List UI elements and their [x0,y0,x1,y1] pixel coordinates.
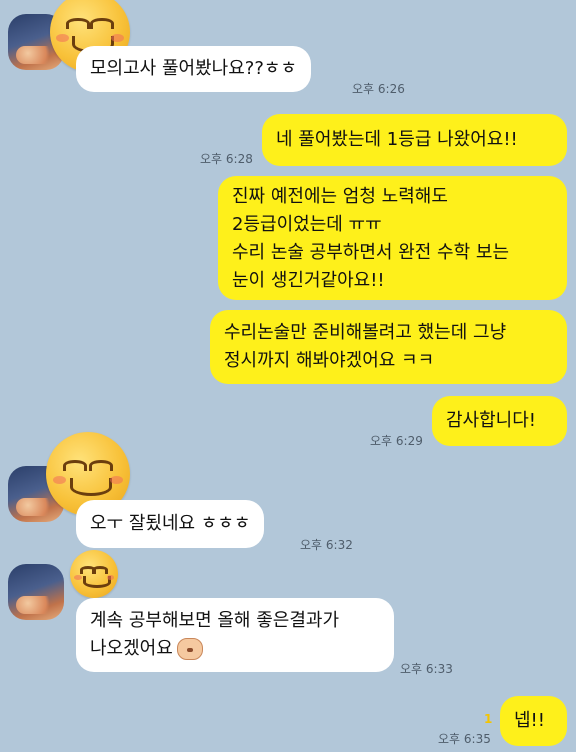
message-line: 나오겠어요 [90,635,380,663]
message-text: 네 풀어봤는데 1등급 나왔어요!! [276,129,518,150]
message-line: 진짜 예전에는 엄청 노력해도 [232,186,448,207]
message-timestamp: 오후 6:33 [400,662,453,676]
message-line: 2등급이었는데 ㅠㅠ [232,214,382,235]
outgoing-message-bubble[interactable]: 네 풀어봤는데 1등급 나왔어요!! [262,114,567,166]
message-line-text: 나오겠어요 [90,638,173,659]
incoming-message-bubble[interactable]: 계속 공부해보면 올해 좋은결과가 나오겠어요 [76,598,394,672]
message-text: 감사합니다! [446,410,537,431]
outgoing-message-bubble[interactable]: 넵!! [500,696,567,746]
outgoing-message-bubble[interactable]: 감사합니다! [432,396,567,446]
message-text: 모의고사 풀어봤나요??ㅎㅎ [90,58,297,79]
message-line: 눈이 생긴거같아요!! [232,270,385,291]
message-timestamp: 오후 6:29 [370,434,423,448]
smiling-face-emoji-icon [70,550,118,598]
unread-count: 1 [484,712,493,726]
message-timestamp: 오후 6:26 [352,82,405,96]
avatar-cloud-image [16,46,56,64]
avatar-cloud-image [16,498,56,516]
bear-face-sticker-icon [176,638,203,660]
message-line: 수리 논술 공부하면서 완전 수학 보는 [232,242,510,263]
outgoing-message-bubble[interactable]: 수리논술만 준비해볼려고 했는데 그냥 정시까지 해봐야겠어요 ㅋㅋ [210,310,567,384]
sender-avatar[interactable] [8,564,64,620]
incoming-message-bubble[interactable]: 오ㅜ 잘됬네요 ㅎㅎㅎ [76,500,265,548]
avatar-cloud-image [16,596,56,614]
outgoing-message-bubble[interactable]: 진짜 예전에는 엄청 노력해도 2등급이었는데 ㅠㅠ 수리 논술 공부하면서 완… [218,176,567,300]
message-text: 오ㅜ 잘됬네요 ㅎㅎㅎ [90,513,251,534]
message-text: 넵!! [514,710,545,731]
incoming-message-bubble[interactable]: 모의고사 풀어봤나요??ㅎㅎ [76,46,311,92]
message-line: 계속 공부해보면 올해 좋은결과가 [90,610,340,631]
message-timestamp: 오후 6:35 [438,732,491,746]
message-timestamp: 오후 6:28 [200,152,253,166]
message-timestamp: 오후 6:32 [300,538,353,552]
message-line: 정시까지 해봐야겠어요 ㅋㅋ [224,350,435,371]
message-line: 수리논술만 준비해볼려고 했는데 그냥 [224,322,507,343]
